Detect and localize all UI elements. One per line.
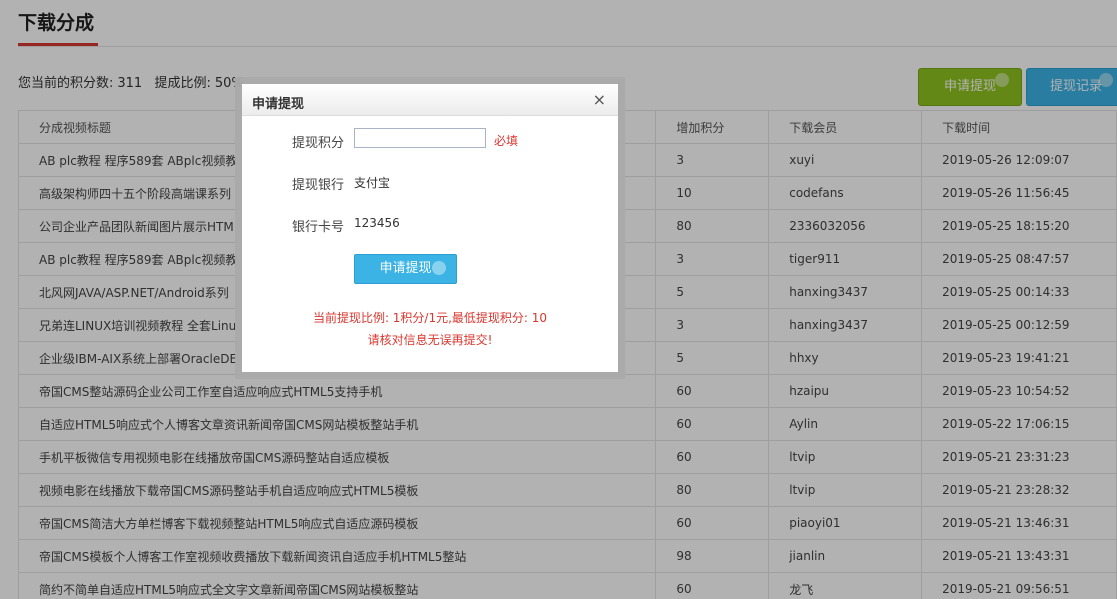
required-hint: 必填 (494, 134, 519, 148)
dialog-header: 申请提现 × (242, 84, 618, 116)
dialog-title: 申请提现 (252, 97, 305, 112)
card-field-label: 银行卡号 (291, 220, 344, 235)
close-icon[interactable]: × (593, 90, 606, 109)
verify-info-notice: 请核对信息无误再提交! (367, 333, 493, 347)
form-row-points: 提现积分 必填 (242, 128, 618, 152)
form-row-card: 银行卡号 123456 (242, 212, 618, 236)
withdraw-dialog-frame: 申请提现 × 提现积分 必填 提现银行 支付宝 银行卡号 123456 申请提现… (235, 77, 625, 379)
withdraw-points-input[interactable] (354, 128, 486, 148)
points-field-label: 提现积分 (291, 136, 344, 151)
bank-value: 支付宝 (354, 176, 391, 190)
bank-field-label: 提现银行 (291, 178, 344, 193)
button-highlight-icon (432, 261, 446, 275)
card-value: 123456 (354, 216, 400, 230)
submit-withdraw-label: 申请提现 (379, 261, 432, 276)
withdraw-ratio-notice: 当前提现比例: 1积分/1元,最低提现积分: 10 (312, 311, 548, 325)
submit-withdraw-button[interactable]: 申请提现 (354, 254, 457, 284)
form-row-bank: 提现银行 支付宝 (242, 170, 618, 194)
page: 下载分成 您当前的积分数: 311 提成比例: 50% 申请提现 提现记录 分成视频… (0, 0, 1117, 599)
withdraw-dialog: 申请提现 × 提现积分 必填 提现银行 支付宝 银行卡号 123456 申请提现… (242, 84, 618, 372)
